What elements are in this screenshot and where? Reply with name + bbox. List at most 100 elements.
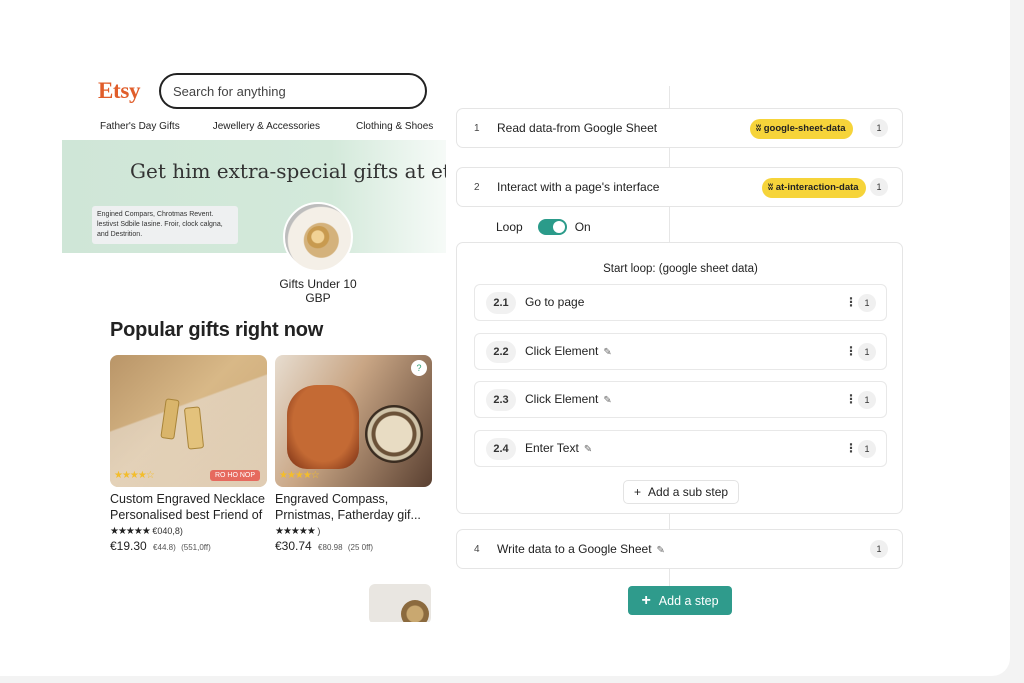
discount-text: (551,0ff) xyxy=(181,543,211,552)
product-card-compass[interactable]: ? ★★★★☆ Engraved Compass, Prnistmas, Fat… xyxy=(275,355,432,553)
compass-shape xyxy=(365,405,423,463)
more-options-icon[interactable]: ⋮ xyxy=(845,295,857,309)
step-number: 2 xyxy=(474,181,480,193)
original-price: €44.8) xyxy=(153,543,176,552)
step-count-badge: 1 xyxy=(870,540,888,558)
step-label: Read data-from Google Sheet xyxy=(497,121,658,135)
product-rating: ★★★★★ €040,8) xyxy=(110,526,267,537)
product-image[interactable]: ? ★★★★☆ xyxy=(275,355,432,487)
banner-note: Engined Compars, Chrotmas Revent. lestiv… xyxy=(92,206,238,244)
substep-2-4[interactable]: 2.4 Enter Text ✎ ⋮ 1 xyxy=(474,430,887,467)
connector-line xyxy=(669,569,670,586)
add-sub-step-button[interactable]: + Add a sub step xyxy=(623,480,740,504)
workflow-step-4[interactable]: 4 Write data to a Google Sheet ✎ 1 xyxy=(456,529,903,569)
image-star-rating: ★★★★☆ xyxy=(279,470,320,481)
substep-label-row: Click Element ✎ xyxy=(525,344,612,358)
product-title-line[interactable]: Personalised best Friend of xyxy=(110,507,267,523)
more-options-icon[interactable]: ⋮ xyxy=(845,344,857,358)
substep-2-3[interactable]: 2.3 Click Element ✎ ⋮ 1 xyxy=(474,381,887,418)
category-fathers-day[interactable]: Father's Day Gifts xyxy=(100,121,180,132)
step-label-row: Write data to a Google Sheet ✎ xyxy=(497,542,665,556)
substep-label: Go to page xyxy=(525,295,585,309)
pencil-icon[interactable]: ✎ xyxy=(603,347,611,358)
product-price: €19.30 xyxy=(110,539,147,553)
loop-title: Start loop: (google sheet data) xyxy=(603,263,758,275)
rating-count: ) xyxy=(317,526,321,536)
substep-count-badge: 1 xyxy=(858,294,876,312)
etsy-page-preview: Etsy Father's Day Gifts Jewellery & Acce… xyxy=(62,66,446,622)
substep-label: Enter Text xyxy=(525,441,579,455)
product-card-necklace[interactable]: ★★★★☆ RO HO NOP Custom Engraved Necklace… xyxy=(110,355,267,553)
product-title-line[interactable]: Prnistmas, Fatherday gif... xyxy=(275,507,432,523)
add-sub-step-label: Add a sub step xyxy=(648,485,729,499)
product-price-row: €30.74 €80.98 (25 0ff) xyxy=(275,539,432,553)
data-variable-pill[interactable]: ʬ at-interaction-data xyxy=(762,178,866,198)
pencil-icon[interactable]: ✎ xyxy=(603,395,611,406)
substep-label-row: Click Element ✎ xyxy=(525,392,612,406)
plus-icon: + xyxy=(634,485,642,499)
add-step-label: Add a step xyxy=(658,593,719,608)
original-price: €80.98 xyxy=(318,543,343,552)
leather-case-shape xyxy=(287,385,359,469)
gift-circle-image[interactable] xyxy=(283,202,353,272)
connector-line xyxy=(669,207,670,242)
star-rating-icon: ★★★★★ xyxy=(110,526,151,537)
loop-toggle[interactable] xyxy=(537,219,567,235)
etsy-logo[interactable]: Etsy xyxy=(98,78,141,104)
step-label: Write data to a Google Sheet xyxy=(497,542,652,556)
variable-icon: ʬ xyxy=(756,123,764,134)
more-options-icon[interactable]: ⋮ xyxy=(845,441,857,455)
category-nav: Father's Day Gifts Jewellery & Accessori… xyxy=(100,121,433,132)
substep-2-1[interactable]: 2.1 Go to page ⋮ 1 xyxy=(474,284,887,321)
help-icon[interactable]: ? xyxy=(411,360,427,376)
product-image[interactable]: ★★★★☆ RO HO NOP xyxy=(110,355,267,487)
loop-toggle-row: Loop On xyxy=(496,219,591,235)
promo-banner[interactable]: Get him extra-special gifts at et Engine… xyxy=(62,140,446,253)
plus-icon: + xyxy=(641,591,651,609)
step-count-badge: 1 xyxy=(870,119,888,137)
search-input[interactable] xyxy=(161,75,425,107)
search-box[interactable] xyxy=(159,73,427,109)
substep-count-badge: 1 xyxy=(858,391,876,409)
connector-line xyxy=(669,86,670,108)
next-product-thumbnail[interactable] xyxy=(369,584,431,622)
necklace-tag-shape xyxy=(160,398,180,440)
loop-label: Loop xyxy=(496,220,523,234)
step-number: 4 xyxy=(474,543,480,555)
category-clothing[interactable]: Clothing & Shoes xyxy=(356,121,433,132)
pencil-icon[interactable]: ✎ xyxy=(584,444,592,455)
step-count-badge: 1 xyxy=(870,178,888,196)
step-label: Interact with a page's interface xyxy=(497,180,660,194)
connector-line xyxy=(669,148,670,167)
image-star-rating: ★★★★☆ xyxy=(114,470,155,481)
step-number: 1 xyxy=(474,122,480,134)
variable-name: google-sheet-data xyxy=(763,123,846,134)
substep-label-row: Enter Text ✎ xyxy=(525,441,592,455)
product-title-line[interactable]: Engraved Compass, xyxy=(275,491,432,507)
substep-2-2[interactable]: 2.2 Click Element ✎ ⋮ 1 xyxy=(474,333,887,370)
workflow-step-2[interactable]: 2 Interact with a page's interface ʬ at-… xyxy=(456,167,903,207)
product-price-row: €19.30 €44.8) (551,0ff) xyxy=(110,539,267,553)
app-window: Etsy Father's Day Gifts Jewellery & Acce… xyxy=(0,0,1010,676)
sale-badge: RO HO NOP xyxy=(209,470,260,481)
substep-number: 2.1 xyxy=(486,292,516,314)
gift-circle-label[interactable]: Gifts Under 10 GBP xyxy=(273,277,363,305)
substep-count-badge: 1 xyxy=(858,343,876,361)
workflow-step-1[interactable]: 1 Read data-from Google Sheet ʬ google-s… xyxy=(456,108,903,148)
banner-title: Get him extra-special gifts at et xyxy=(130,159,446,183)
variable-icon: ʬ xyxy=(768,182,776,193)
variable-name: at-interaction-data xyxy=(775,182,859,193)
substep-label: Click Element xyxy=(525,392,599,406)
necklace-tag-shape xyxy=(183,406,205,450)
data-variable-pill[interactable]: ʬ google-sheet-data xyxy=(750,119,853,139)
category-jewellery[interactable]: Jewellery & Accessories xyxy=(213,121,320,132)
substep-number: 2.3 xyxy=(486,389,516,411)
product-title-line[interactable]: Custom Engraved Necklace xyxy=(110,491,267,507)
add-step-button[interactable]: + Add a step xyxy=(628,586,732,615)
pencil-icon[interactable]: ✎ xyxy=(657,545,665,556)
more-options-icon[interactable]: ⋮ xyxy=(845,392,857,406)
product-price: €30.74 xyxy=(275,539,312,553)
popular-heading: Popular gifts right now xyxy=(110,319,324,341)
product-rating: ★★★★★ ) xyxy=(275,526,432,537)
discount-text: (25 0ff) xyxy=(347,543,374,552)
